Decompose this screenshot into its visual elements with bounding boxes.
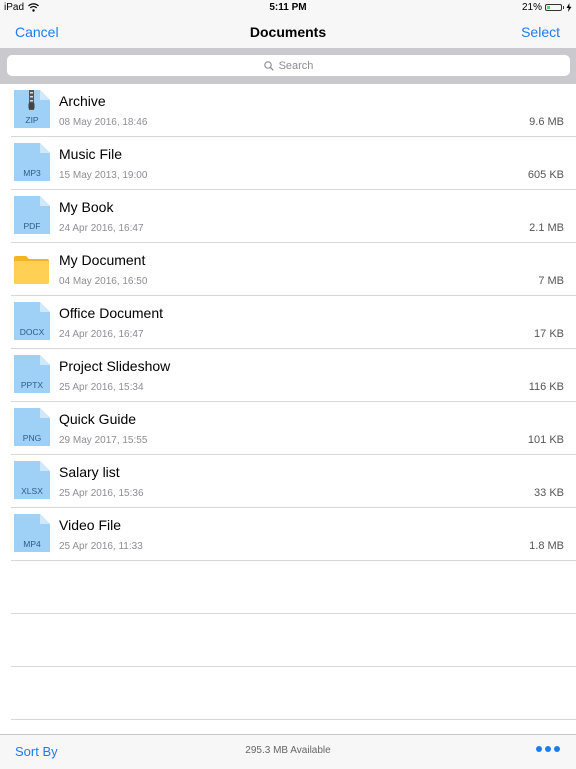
battery-icon — [545, 4, 562, 11]
battery-tip — [563, 6, 564, 9]
file-type-label: PDF — [24, 221, 41, 231]
bottom-toolbar: Sort By 295.3 MB Available — [0, 734, 576, 769]
file-row[interactable]: PPTX Project Slideshow 25 Apr 2016, 15:34 1… — [11, 349, 576, 402]
search-icon — [263, 60, 274, 71]
file-size: 101 KB — [527, 434, 564, 446]
file-icon: XLSX — [13, 461, 50, 499]
empty-row — [11, 614, 576, 667]
file-name: Archive — [59, 93, 106, 109]
battery-fill — [547, 6, 550, 9]
file-size: 605 KB — [527, 169, 564, 181]
file-icon: DOCX — [13, 302, 50, 340]
file-row[interactable]: MP4 Video File 25 Apr 2016, 11:33 1.8 MB — [11, 508, 576, 561]
file-type-label: DOCX — [20, 327, 45, 337]
file-size: 2.1 MB — [529, 222, 564, 234]
file-size: 33 KB — [534, 487, 564, 499]
folder-icon — [13, 249, 50, 287]
file-date: 25 Apr 2016, 15:34 — [59, 382, 144, 393]
file-size: 7 MB — [538, 275, 564, 287]
status-bar: iPad 5:11 PM 21% — [0, 0, 576, 15]
search-input[interactable]: Search — [7, 55, 570, 76]
file-type-label: MP4 — [23, 539, 41, 549]
dot — [536, 746, 542, 752]
file-row[interactable]: My Document 04 May 2016, 16:50 7 MB — [11, 243, 576, 296]
more-dots-icon[interactable] — [533, 746, 560, 752]
page-title: Documents — [249, 24, 327, 40]
file-row[interactable]: XLSX Salary list 25 Apr 2016, 15:36 33 KB — [11, 455, 576, 508]
file-name: My Book — [59, 199, 114, 215]
file-icon: PPTX — [13, 355, 50, 393]
file-name: Music File — [59, 146, 123, 162]
file-name: My Document — [59, 252, 146, 268]
file-date: 24 Apr 2016, 16:47 — [59, 223, 144, 234]
status-time: 5:11 PM — [269, 2, 307, 13]
file-type-label: ZIP — [25, 115, 39, 125]
dot — [545, 746, 551, 752]
select-button[interactable]: Select — [521, 24, 560, 40]
status-right: 21% — [522, 0, 572, 15]
file-size: 17 KB — [534, 328, 564, 340]
file-date: 29 May 2017, 15:55 — [59, 435, 148, 446]
charging-bolt-icon — [566, 3, 572, 12]
file-size: 1.8 MB — [529, 540, 564, 552]
storage-available: 295.3 MB Available — [245, 745, 331, 756]
file-row[interactable]: PDF My Book 24 Apr 2016, 16:47 2.1 MB — [11, 190, 576, 243]
zip-file-icon: ZIP — [13, 90, 50, 128]
file-size: 116 KB — [528, 381, 564, 393]
file-name: Salary list — [59, 464, 120, 480]
file-name: Quick Guide — [59, 411, 137, 427]
file-date: 25 Apr 2016, 11:33 — [59, 541, 143, 552]
file-date: 25 Apr 2016, 15:36 — [59, 488, 144, 499]
file-icon: MP3 — [13, 143, 50, 181]
file-icon: PNG — [13, 408, 50, 446]
file-name: Video File — [59, 517, 122, 533]
empty-row — [11, 561, 576, 614]
file-date: 24 Apr 2016, 16:47 — [59, 329, 144, 340]
file-row[interactable]: ZIP Archive 08 May 2016, 18:46 9.6 MB — [11, 84, 576, 137]
file-icon: MP4 — [13, 514, 50, 552]
file-date: 08 May 2016, 18:46 — [59, 117, 148, 128]
file-list: ZIP Archive 08 May 2016, 18:46 9.6 MB MP3 Mus… — [0, 84, 576, 720]
file-date: 15 May 2013, 19:00 — [59, 170, 148, 181]
file-row[interactable]: PNG Quick Guide 29 May 2017, 15:55 101 KB — [11, 402, 576, 455]
file-size: 9.6 MB — [529, 116, 564, 128]
empty-row — [11, 667, 576, 720]
file-name: Office Document — [59, 305, 164, 321]
file-icon: PDF — [13, 196, 50, 234]
battery-percent: 21% — [521, 2, 542, 13]
file-date: 04 May 2016, 16:50 — [59, 276, 148, 287]
file-type-label: XLSX — [21, 486, 43, 496]
search-bar: Search — [0, 48, 576, 84]
file-type-label: MP3 — [23, 168, 41, 178]
file-type-label: PNG — [23, 433, 41, 443]
file-row[interactable]: MP3 Music File 15 May 2013, 19:00 605 KB — [11, 137, 576, 190]
file-name: Project Slideshow — [59, 358, 171, 374]
file-row[interactable]: DOCX Office Document 24 Apr 2016, 16:47 17 … — [11, 296, 576, 349]
file-type-label: PPTX — [21, 380, 44, 390]
navigation-bar: Cancel Documents Select — [0, 15, 576, 48]
search-placeholder: Search — [278, 59, 314, 72]
dot — [554, 746, 560, 752]
